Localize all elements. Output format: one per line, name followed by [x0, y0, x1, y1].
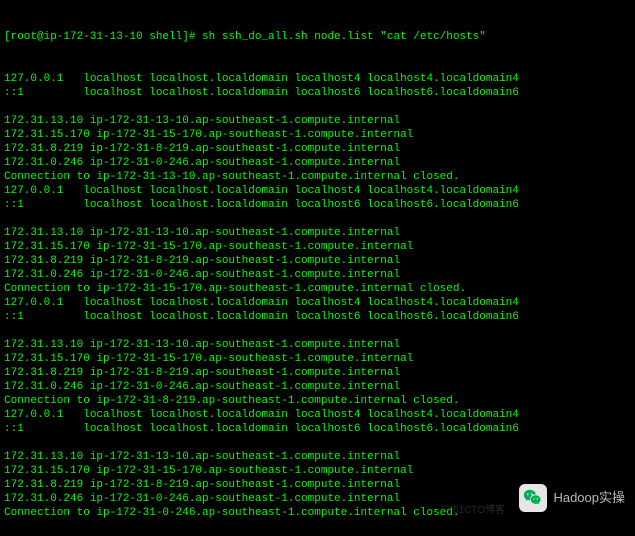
output-container: 127.0.0.1 localhost localhost.localdomai… [4, 72, 631, 520]
output-line: ::1 localhost localhost.localdomain loca… [4, 422, 631, 436]
output-line: 172.31.0.246 ip-172-31-0-246.ap-southeas… [4, 268, 631, 282]
output-line: 127.0.0.1 localhost localhost.localdomai… [4, 408, 631, 422]
output-line: 172.31.13.10 ip-172-31-13-10.ap-southeas… [4, 338, 631, 352]
output-line: 172.31.8.219 ip-172-31-8-219.ap-southeas… [4, 142, 631, 156]
output-line: 172.31.8.219 ip-172-31-8-219.ap-southeas… [4, 254, 631, 268]
output-line: 172.31.13.10 ip-172-31-13-10.ap-southeas… [4, 450, 631, 464]
terminal-output: [root@ip-172-31-13-10 shell]# sh ssh_do_… [0, 0, 635, 536]
output-line: 172.31.0.246 ip-172-31-0-246.ap-southeas… [4, 156, 631, 170]
output-line: ::1 localhost localhost.localdomain loca… [4, 310, 631, 324]
output-line: 172.31.15.170 ip-172-31-15-170.ap-southe… [4, 240, 631, 254]
output-line: ::1 localhost localhost.localdomain loca… [4, 198, 631, 212]
output-line: 172.31.15.170 ip-172-31-15-170.ap-southe… [4, 464, 631, 478]
output-line: Connection to ip-172-31-8-219.ap-southea… [4, 394, 631, 408]
faded-watermark: @ 51CTO博客 [440, 504, 505, 518]
output-line [4, 324, 631, 338]
output-line [4, 436, 631, 450]
output-line: 172.31.13.10 ip-172-31-13-10.ap-southeas… [4, 114, 631, 128]
wechat-svg-icon [522, 487, 544, 509]
output-line: ::1 localhost localhost.localdomain loca… [4, 86, 631, 100]
output-line: 172.31.0.246 ip-172-31-0-246.ap-southeas… [4, 380, 631, 394]
output-line: 127.0.0.1 localhost localhost.localdomai… [4, 296, 631, 310]
output-line: 127.0.0.1 localhost localhost.localdomai… [4, 72, 631, 86]
output-line [4, 100, 631, 114]
output-line: 172.31.15.170 ip-172-31-15-170.ap-southe… [4, 352, 631, 366]
watermark-container: Hadoop实操 [519, 484, 625, 512]
command-prompt-line: [root@ip-172-31-13-10 shell]# sh ssh_do_… [4, 30, 631, 44]
output-line: 172.31.13.10 ip-172-31-13-10.ap-southeas… [4, 226, 631, 240]
output-line: 172.31.15.170 ip-172-31-15-170.ap-southe… [4, 128, 631, 142]
output-line: 172.31.8.219 ip-172-31-8-219.ap-southeas… [4, 366, 631, 380]
watermark-text: Hadoop实操 [553, 491, 625, 505]
wechat-icon [519, 484, 547, 512]
output-line: Connection to ip-172-31-15-170.ap-southe… [4, 282, 631, 296]
output-line [4, 212, 631, 226]
output-line: 127.0.0.1 localhost localhost.localdomai… [4, 184, 631, 198]
output-line: Connection to ip-172-31-13-10.ap-southea… [4, 170, 631, 184]
